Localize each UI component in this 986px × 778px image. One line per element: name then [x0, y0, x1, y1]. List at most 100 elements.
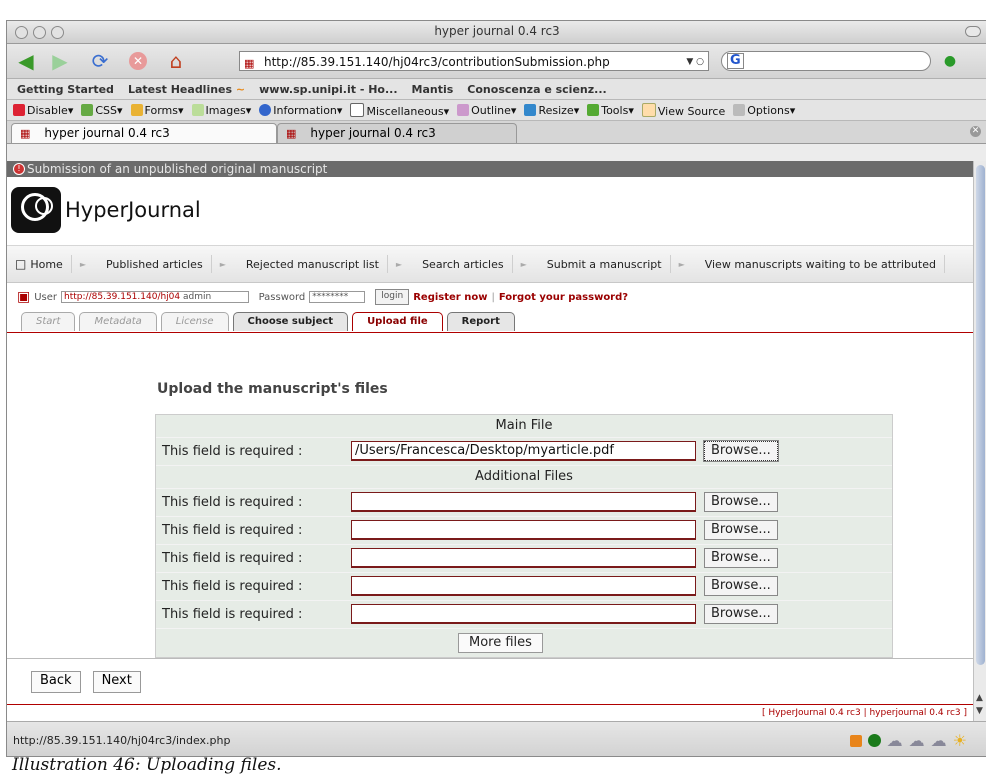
link-separator: | — [491, 291, 495, 303]
user-label: User — [34, 291, 58, 303]
site-favicon-icon: ▦ — [244, 57, 255, 70]
cloud-icon[interactable]: ☁ — [931, 731, 947, 750]
scroll-up-arrow-icon[interactable]: ▲ — [976, 693, 983, 703]
back-button[interactable]: Back — [31, 671, 81, 693]
more-files-row: More files — [156, 629, 892, 657]
devbar-miscellaneous[interactable]: Miscellaneous▾ — [350, 102, 449, 118]
nav-home[interactable]: □ Home — [7, 246, 80, 282]
browse-button[interactable]: Browse... — [704, 520, 778, 540]
register-link[interactable]: Register now — [413, 292, 487, 303]
home-icon[interactable]: ⌂ — [163, 49, 189, 73]
nav-published-articles[interactable]: Published articles — [98, 246, 220, 282]
additional-files-heading: Additional Files — [156, 466, 892, 489]
wizard-tab-choose-subject[interactable]: Choose subject — [232, 312, 349, 331]
next-button[interactable]: Next — [92, 671, 141, 693]
devbar-forms[interactable]: Forms▾ — [130, 103, 184, 117]
google-search-icon[interactable]: G — [727, 53, 744, 69]
browser-window: hyper journal 0.4 rc3 ◀ ▶ ⟳ ✕ ⌂ ▦ http:/… — [6, 20, 986, 757]
scrollbar-thumb[interactable] — [976, 165, 985, 665]
bookmark-item[interactable]: www.sp.unipi.it - Ho... — [259, 83, 397, 96]
nav-search-articles[interactable]: Search articles — [414, 246, 521, 282]
status-icons: ☁ ☁ ☁ ☀ — [849, 731, 967, 750]
vertical-scrollbar[interactable]: ▲ ▼ — [973, 161, 986, 721]
additional-file-input[interactable] — [351, 604, 696, 624]
browser-tab[interactable]: ▦ hyper journal 0.4 rc3 — [277, 123, 517, 143]
bookmark-item[interactable]: Mantis — [412, 83, 454, 96]
devbar-options[interactable]: Options▾ — [733, 103, 795, 117]
logo-text: HyperJournal — [65, 198, 201, 222]
toolbar-toggle-button[interactable] — [965, 26, 981, 37]
additional-file-input[interactable] — [351, 520, 696, 540]
scroll-down-arrow-icon[interactable]: ▼ — [976, 706, 983, 716]
forgot-password-link[interactable]: Forgot your password? — [499, 292, 628, 303]
main-file-row: This field is required : /Users/Francesc… — [156, 438, 892, 466]
devbar-information[interactable]: Information▾ — [259, 103, 342, 117]
additional-file-input[interactable] — [351, 548, 696, 568]
footer-text: [ HyperJournal 0.4 rc3 | hyperjournal 0.… — [761, 708, 967, 718]
bookmark-item[interactable]: Latest Headlines ∼ — [128, 83, 245, 96]
devbar-tools[interactable]: Tools▾ — [587, 103, 634, 117]
options-icon — [733, 103, 746, 116]
password-label: Password — [258, 291, 306, 303]
browser-tab-active[interactable]: ▦ hyper journal 0.4 rc3 — [11, 123, 277, 143]
rss-icon: ∼ — [235, 82, 246, 96]
url-dropdown-icon[interactable]: ▼ ○ — [686, 52, 704, 72]
bookmark-item[interactable]: Conoscenza e scienz... — [467, 83, 606, 96]
nav-arrow-icon: ► — [219, 259, 226, 269]
nav-rejected-manuscripts[interactable]: Rejected manuscript list — [238, 246, 396, 282]
required-label: This field is required : — [162, 579, 303, 594]
web-developer-toolbar: Disable▾ CSS▾ Forms▾ Images▾ Information… — [7, 100, 986, 121]
wizard-tab-report[interactable]: Report — [446, 312, 515, 331]
search-bar[interactable]: G — [721, 51, 931, 71]
page-content: ! Submission of an unpublished original … — [7, 161, 973, 721]
site-logo[interactable]: HyperJournal — [11, 187, 201, 233]
devbar-css[interactable]: CSS▾ — [81, 103, 123, 117]
devbar-view-source[interactable]: View Source — [641, 102, 725, 118]
nav-arrow-icon: ► — [520, 259, 527, 269]
devbar-outline[interactable]: Outline▾ — [457, 103, 516, 117]
browse-button[interactable]: Browse... — [704, 576, 778, 596]
forward-arrow-icon[interactable]: ▶ — [47, 49, 73, 73]
browse-button[interactable]: Browse... — [704, 492, 778, 512]
nav-submit-manuscript[interactable]: Submit a manuscript — [539, 246, 679, 282]
wizard-tab-metadata[interactable]: Metadata — [79, 312, 157, 331]
browse-button[interactable]: Browse... — [704, 604, 778, 624]
additional-file-input[interactable] — [351, 576, 696, 596]
bookmark-item[interactable]: Getting Started — [17, 83, 114, 96]
devbar-disable[interactable]: Disable▾ — [13, 103, 73, 117]
rain-cloud-icon[interactable]: ☁ — [909, 731, 925, 750]
password-input[interactable]: ******** — [309, 291, 366, 303]
additional-file-input[interactable] — [351, 492, 696, 512]
page-header-text: Submission of an unpublished original ma… — [27, 162, 328, 176]
tab-favicon-icon: ▦ — [286, 127, 297, 140]
back-arrow-icon[interactable]: ◀ — [13, 49, 39, 73]
required-label: This field is required : — [162, 444, 303, 459]
user-input[interactable]: http://85.39.151.140/hj04 admin — [61, 291, 249, 303]
reload-icon[interactable]: ⟳ — [87, 49, 113, 73]
url-bar[interactable]: ▦ http://85.39.151.140/hj04rc3/contribut… — [239, 51, 709, 71]
page-header-bar: ! Submission of an unpublished original … — [7, 161, 973, 177]
browser-tab-bar: ▦ hyper journal 0.4 rc3 ▦ hyper journal 0.… — [7, 121, 986, 144]
status-ok-icon[interactable] — [867, 734, 881, 747]
stop-icon[interactable]: ✕ — [125, 50, 151, 72]
tab-favicon-icon: ▦ — [20, 127, 31, 140]
images-icon — [191, 103, 204, 116]
wizard-tab-upload-file[interactable]: Upload file — [352, 312, 443, 331]
rss-feed-icon[interactable] — [849, 734, 862, 747]
devbar-images[interactable]: Images▾ — [191, 103, 251, 117]
sun-cloud-icon[interactable]: ☀ — [953, 731, 967, 750]
cloud-icon[interactable]: ☁ — [887, 731, 903, 750]
wizard-tab-license[interactable]: License — [160, 312, 229, 331]
user-document-icon: ▣ — [17, 289, 31, 305]
main-file-input[interactable]: /Users/Francesca/Desktop/myarticle.pdf — [351, 441, 696, 461]
go-icon[interactable]: ● — [937, 50, 963, 72]
browse-button[interactable]: Browse... — [703, 440, 779, 462]
browse-button[interactable]: Browse... — [704, 548, 778, 568]
more-files-button[interactable]: More files — [458, 633, 543, 653]
nav-view-waiting[interactable]: View manuscripts waiting to be attribute… — [697, 246, 953, 282]
wizard-steps: Start Metadata License Choose subject Up… — [21, 312, 515, 332]
login-button[interactable]: login — [375, 289, 410, 305]
devbar-resize[interactable]: Resize▾ — [524, 103, 579, 117]
wizard-tab-start[interactable]: Start — [21, 312, 76, 331]
close-tab-icon[interactable]: ✕ — [970, 126, 981, 137]
